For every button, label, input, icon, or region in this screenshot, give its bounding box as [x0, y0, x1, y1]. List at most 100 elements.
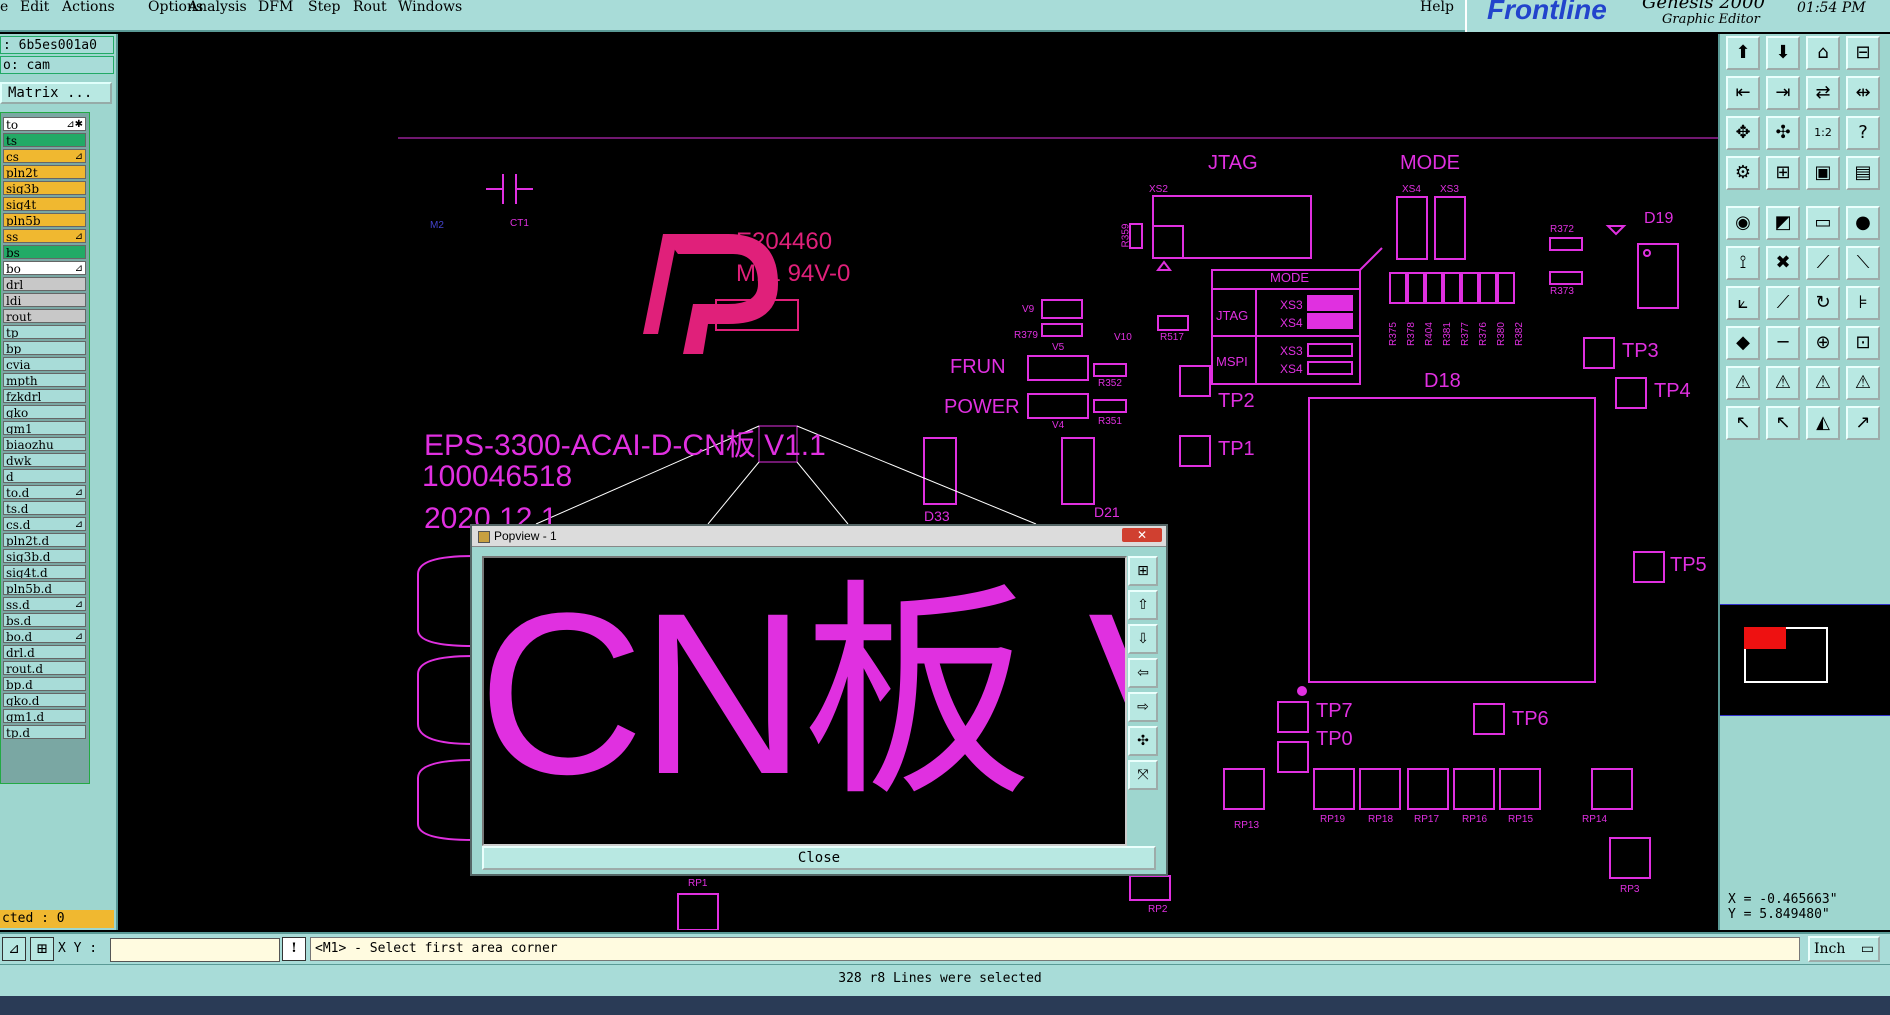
segment-icon[interactable]: ─ [1766, 326, 1800, 360]
list-icon[interactable]: ▤ [1846, 156, 1880, 190]
layer-gm1-d[interactable]: gm1.d [3, 709, 86, 723]
layer-fzkdrl[interactable]: fzkdrl [3, 389, 86, 403]
popview-pan-down-icon[interactable]: ⇩ [1128, 624, 1158, 654]
layer-sig4t-d[interactable]: sig4t.d [3, 565, 86, 579]
layer-to-d[interactable]: to.d ⊿ [3, 485, 86, 499]
menu-actions[interactable]: Actions [62, 0, 115, 14]
matrix-button[interactable]: Matrix ... [0, 82, 112, 104]
warning-icon[interactable]: ! [282, 937, 306, 961]
layer-drl-d[interactable]: drl.d [3, 645, 86, 659]
angle-icon[interactable]: ⟀ [1726, 286, 1760, 320]
layer-bs-d[interactable]: bs.d [3, 613, 86, 627]
grid-icon[interactable]: ⊞ [30, 937, 54, 961]
alert-b-icon[interactable]: ⚠ [1766, 366, 1800, 400]
settings-icon[interactable]: ⚙ [1726, 156, 1760, 190]
menu-first-partial[interactable]: e [0, 0, 8, 14]
line-add-icon[interactable]: ⟋ [1806, 246, 1840, 280]
layer-pln5b-d[interactable]: pln5b.d [3, 581, 86, 595]
menu-edit[interactable]: Edit [20, 0, 49, 14]
layer-bo[interactable]: bo ⊿ [3, 261, 86, 275]
layer-ts[interactable]: ts [3, 133, 86, 147]
xy-input[interactable] [110, 938, 280, 962]
units-select[interactable]: Inch ▭ [1808, 936, 1880, 962]
popview-zoom-icon[interactable]: ⊞ [1128, 556, 1158, 586]
help-icon[interactable]: ? [1846, 116, 1880, 150]
panel-icon[interactable]: ▣ [1806, 156, 1840, 190]
menu-dfm[interactable]: DFM [258, 0, 293, 14]
layer-mpth[interactable]: mpth [3, 373, 86, 387]
popview-pan-left-icon[interactable]: ⇦ [1128, 658, 1158, 688]
layer-bp[interactable]: bp [3, 341, 86, 355]
popview-titlebar[interactable]: Popview - 1 ✕ [472, 526, 1166, 547]
rotate-icon[interactable]: ↻ [1806, 286, 1840, 320]
popview-zoom-in-icon[interactable]: ✣ [1128, 726, 1158, 756]
layer-sig3b-d[interactable]: sig3b.d [3, 549, 86, 563]
select-icon[interactable]: ◉ [1726, 206, 1760, 240]
delete-icon[interactable]: ✖ [1766, 246, 1800, 280]
layer-ts-d[interactable]: ts.d [3, 501, 86, 515]
snap-icon[interactable]: ⊿ [2, 937, 26, 961]
pointer-icon[interactable]: ↗ [1846, 406, 1880, 440]
layer-bp-d[interactable]: bp.d [3, 677, 86, 691]
raise-window-icon[interactable]: ⬆ [1726, 36, 1760, 70]
layer-pln2t-d[interactable]: pln2t.d [3, 533, 86, 547]
layer-pln2t[interactable]: pln2t [3, 165, 86, 179]
tri-icon[interactable]: ◭ [1806, 406, 1840, 440]
layer-gko[interactable]: gko [3, 405, 86, 419]
pad-icon[interactable]: ● [1846, 206, 1880, 240]
menu-help[interactable]: Help [1420, 0, 1454, 14]
alert-a-icon[interactable]: ⚠ [1726, 366, 1760, 400]
cursor-alt-icon[interactable]: ↖ [1766, 406, 1800, 440]
slope-icon[interactable]: ⟋ [1766, 286, 1800, 320]
layer-ss-d[interactable]: ss.d ⊿ [3, 597, 86, 611]
grid-icon[interactable]: ⊞ [1766, 156, 1800, 190]
layer-drl[interactable]: drl [3, 277, 86, 291]
close-icon[interactable]: ✕ [1122, 528, 1162, 542]
job-field[interactable]: : 6b5es001a0 [0, 36, 114, 54]
menu-windows[interactable]: Windows [398, 0, 462, 14]
alert-c-icon[interactable]: ⚠ [1806, 366, 1840, 400]
stretch-icon[interactable]: ⇹ [1846, 76, 1880, 110]
overview-map[interactable] [1720, 604, 1890, 716]
step-field[interactable]: o: cam [0, 56, 114, 74]
move-right-icon[interactable]: ⇥ [1766, 76, 1800, 110]
popview-canvas[interactable]: CN板 V [482, 556, 1127, 846]
pan-icon[interactable]: ✥ [1726, 116, 1760, 150]
layer-pln5b[interactable]: pln5b [3, 213, 86, 227]
layer-gko-d[interactable]: gko.d [3, 693, 86, 707]
alert-d-icon[interactable]: ⚠ [1846, 366, 1880, 400]
zoom-fit-icon[interactable]: ✣ [1766, 116, 1800, 150]
contour-icon[interactable]: ◩ [1766, 206, 1800, 240]
menu-analysis[interactable]: Analysis [188, 0, 247, 14]
split-icon[interactable]: ⊧ [1846, 286, 1880, 320]
layer-bo-d[interactable]: bo.d ⊿ [3, 629, 86, 643]
layer-rout-d[interactable]: rout.d [3, 661, 86, 675]
connect-icon[interactable]: ⟟ [1726, 246, 1760, 280]
layer-d[interactable]: d [3, 469, 86, 483]
layer-sig4t[interactable]: sig4t [3, 197, 86, 211]
layer-ss[interactable]: ss ⊿ [3, 229, 86, 243]
layer-rout[interactable]: rout [3, 309, 86, 323]
layer-cs-d[interactable]: cs.d ⊿ [3, 517, 86, 531]
menu-rout[interactable]: Rout [353, 0, 387, 14]
layer-ldi[interactable]: ldi [3, 293, 86, 307]
measure-icon[interactable]: ⊕ [1806, 326, 1840, 360]
scale-1-2-icon[interactable]: 1:2 [1806, 116, 1840, 150]
popview-fit-icon[interactable]: ⤧ [1128, 760, 1158, 790]
swap-icon[interactable]: ⇄ [1806, 76, 1840, 110]
layer-tp[interactable]: tp [3, 325, 86, 339]
home-icon[interactable]: ⌂ [1806, 36, 1840, 70]
layer-tp-d[interactable]: tp.d [3, 725, 86, 739]
layer-cs[interactable]: cs ⊿ [3, 149, 86, 163]
copy-icon[interactable]: ⊡ [1846, 326, 1880, 360]
page-icon[interactable]: ⊟ [1846, 36, 1880, 70]
node-icon[interactable]: ◆ [1726, 326, 1760, 360]
line-edit-icon[interactable]: ⟍ [1846, 246, 1880, 280]
layer-gm1[interactable]: gm1 [3, 421, 86, 435]
ruler-icon[interactable]: ▭ [1806, 206, 1840, 240]
popview-pan-up-icon[interactable]: ⇧ [1128, 590, 1158, 620]
lower-window-icon[interactable]: ⬇ [1766, 36, 1800, 70]
layer-to[interactable]: to ⊿✱ [3, 117, 86, 131]
move-left-icon[interactable]: ⇤ [1726, 76, 1760, 110]
menu-step[interactable]: Step [308, 0, 340, 14]
